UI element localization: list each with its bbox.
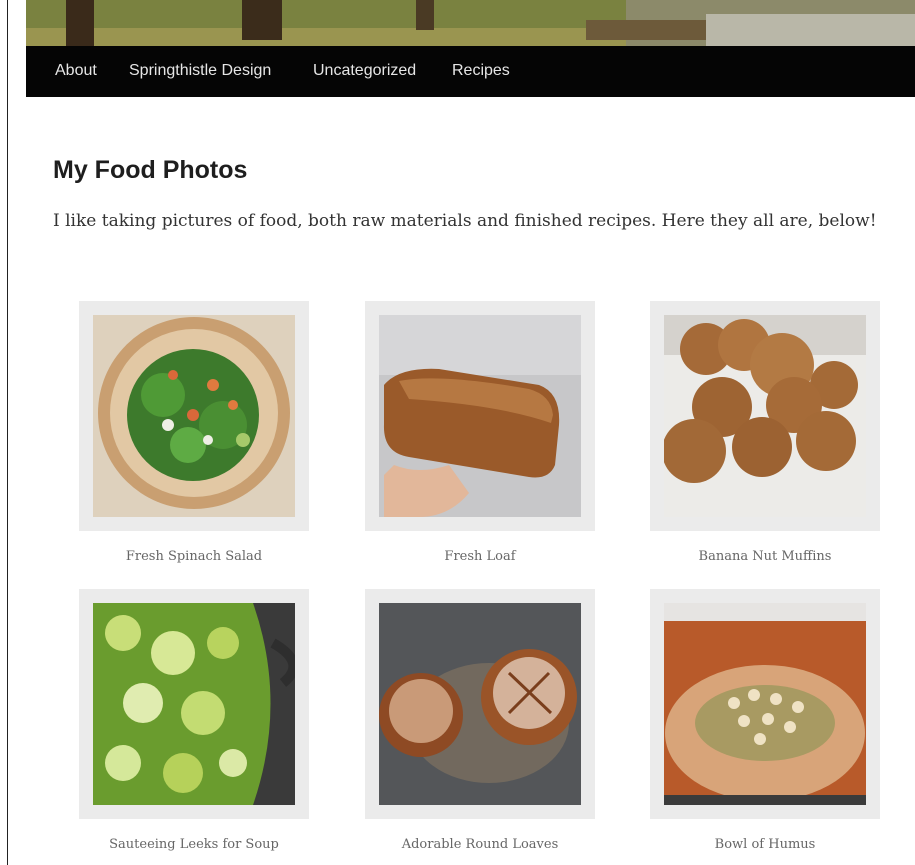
gallery-caption[interactable]: Fresh Spinach Salad — [79, 548, 309, 566]
gallery-caption[interactable]: Adorable Round Loaves — [365, 836, 595, 854]
nav-item-uncategorized[interactable]: Uncategorized — [313, 60, 416, 82]
header-banner-image — [26, 0, 915, 46]
nav-item-springthistle-design[interactable]: Springthistle Design — [129, 60, 271, 82]
gallery-caption[interactable]: Sauteeing Leeks for Soup — [79, 836, 309, 854]
bread-loaf-photo-icon — [379, 315, 581, 517]
nav-item-recipes[interactable]: Recipes — [452, 60, 510, 82]
gallery-thumb-spinach-salad[interactable] — [79, 301, 309, 531]
page-intro-text: I like taking pictures of food, both raw… — [53, 211, 877, 231]
leeks-pot-photo-icon — [93, 603, 295, 805]
gallery-caption[interactable]: Fresh Loaf — [365, 548, 595, 566]
muffins-photo-icon — [664, 315, 866, 517]
gallery-caption[interactable]: Bowl of Humus — [650, 836, 880, 854]
salad-photo-icon — [93, 315, 295, 517]
gallery-caption[interactable]: Banana Nut Muffins — [650, 548, 880, 566]
page-title: My Food Photos — [53, 156, 248, 184]
hummus-bowl-photo-icon — [664, 603, 866, 805]
nav-item-about[interactable]: About — [55, 60, 97, 82]
round-loaves-photo-icon — [379, 603, 581, 805]
gallery-thumb-round-loaves[interactable] — [365, 589, 595, 819]
gallery-thumb-fresh-loaf[interactable] — [365, 301, 595, 531]
main-navigation: About Springthistle Design Uncategorized… — [26, 46, 915, 97]
gallery-thumb-sauteeing-leeks[interactable] — [79, 589, 309, 819]
gallery-thumb-bowl-of-humus[interactable] — [650, 589, 880, 819]
page-left-border — [7, 0, 8, 865]
gallery-thumb-banana-nut-muffins[interactable] — [650, 301, 880, 531]
